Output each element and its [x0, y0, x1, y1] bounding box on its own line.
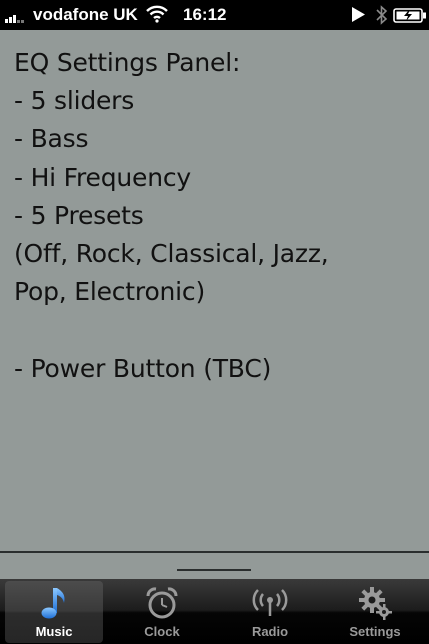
note-line: EQ Settings Panel:: [14, 48, 241, 77]
status-time: 16:12: [183, 5, 227, 24]
note-panel: EQ Settings Panel: - 5 sliders - Bass - …: [0, 30, 429, 552]
carrier-name: vodafone UK: [33, 5, 138, 24]
tab-label: Clock: [144, 624, 180, 639]
bluetooth-icon: [376, 5, 388, 25]
tab-clock[interactable]: Clock: [113, 581, 211, 643]
radio-antenna-icon: [252, 589, 288, 616]
note-line: - Bass: [14, 124, 89, 153]
note-line: - 5 Presets: [14, 201, 144, 230]
tab-label: Music: [35, 624, 73, 639]
wifi-icon: [146, 5, 168, 23]
play-icon: [352, 7, 365, 22]
tab-music[interactable]: Music: [5, 581, 103, 643]
drag-handle[interactable]: [177, 569, 251, 571]
tab-bar: Music Clock Radio Settings: [0, 579, 429, 644]
alarm-clock-icon: [146, 587, 178, 619]
note-line: Pop, Electronic): [14, 277, 206, 306]
note-line: (Off, Rock, Classical, Jazz,: [14, 239, 329, 268]
note-line: - Power Button (TBC): [14, 354, 272, 383]
note-line: - Hi Frequency: [14, 163, 192, 192]
battery-charging-icon: [393, 8, 426, 23]
tab-settings[interactable]: Settings: [326, 581, 424, 643]
tab-label: Radio: [251, 624, 289, 639]
content-divider: [0, 551, 429, 553]
tab-radio[interactable]: Radio: [221, 581, 319, 643]
note-line: - 5 sliders: [14, 86, 135, 115]
music-note-icon: [41, 588, 65, 619]
status-bar: vodafone UK 16:12: [0, 0, 429, 30]
signal-strength-icon: [5, 15, 24, 23]
gears-icon: [359, 587, 392, 620]
tab-label: Settings: [349, 624, 401, 639]
